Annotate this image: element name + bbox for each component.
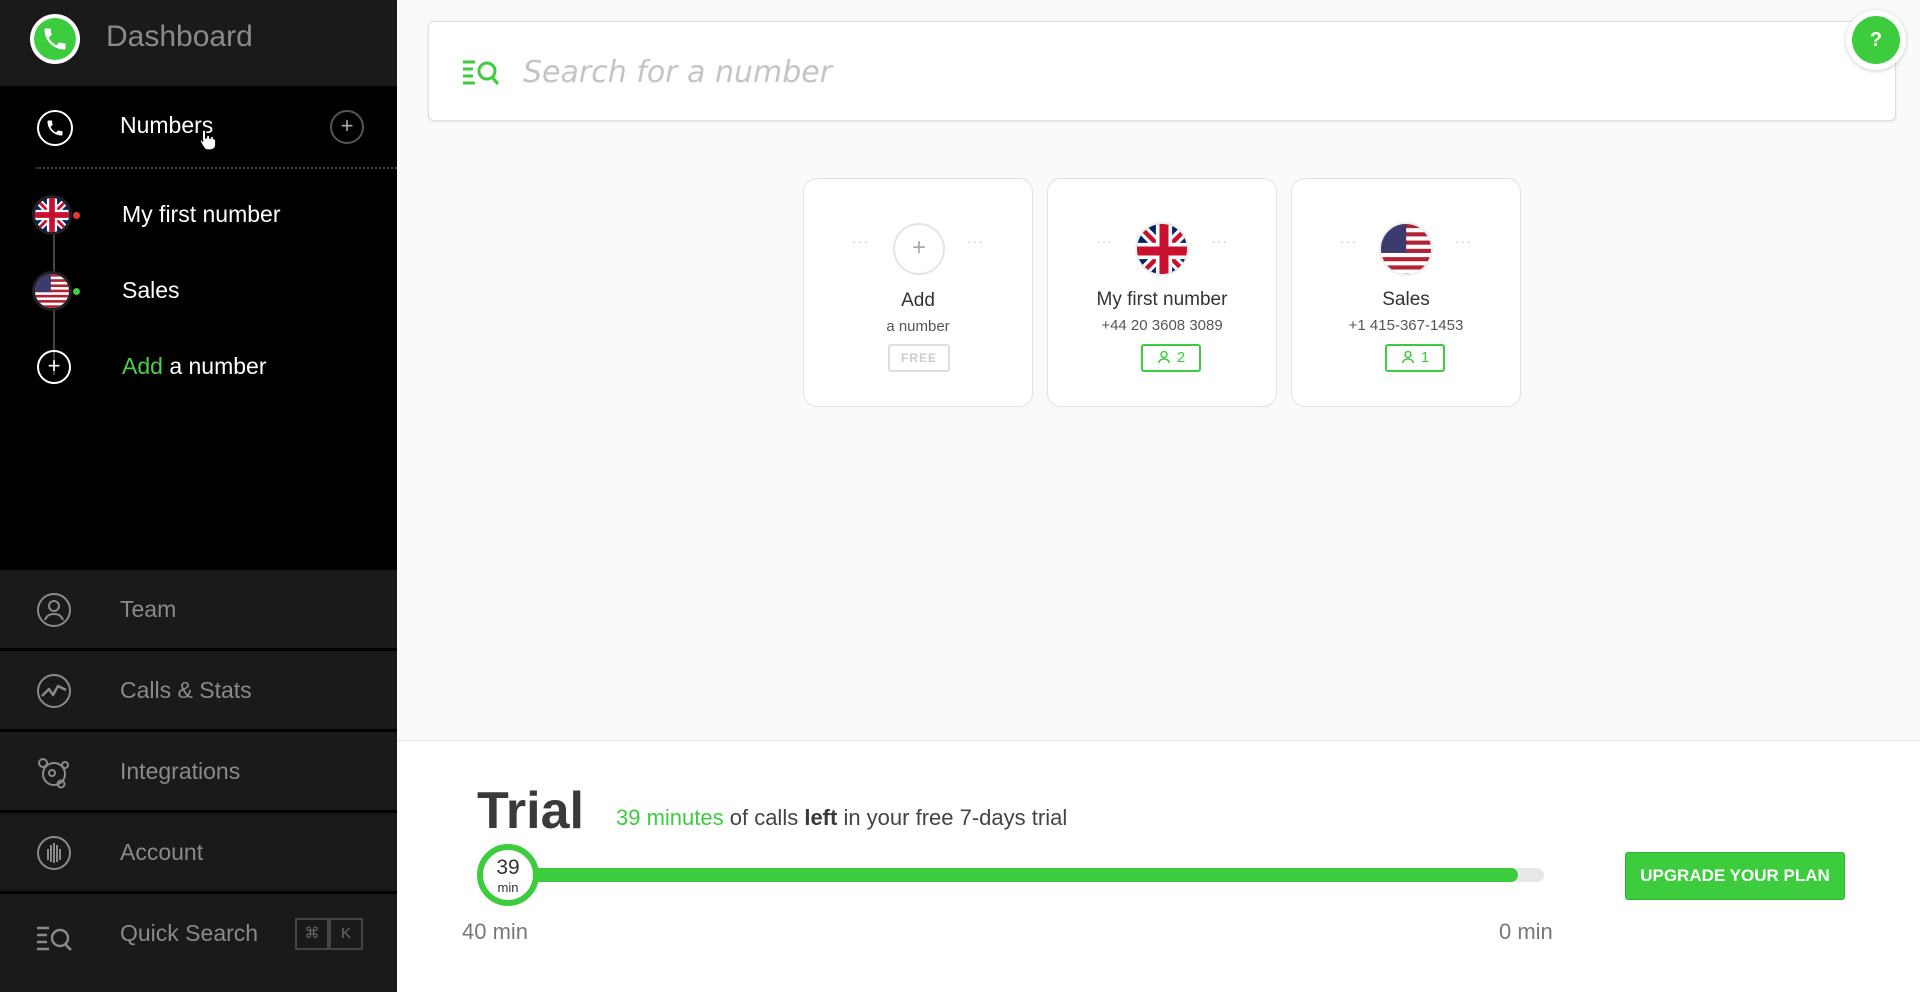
card-title: Sales bbox=[1382, 289, 1430, 310]
us-flag-icon bbox=[1379, 222, 1433, 276]
sidebar-item-add-number[interactable]: + Add a number bbox=[0, 337, 397, 397]
us-flag-icon bbox=[32, 271, 72, 311]
sidebar-item-my-first-number[interactable]: My first number bbox=[0, 185, 397, 245]
search-input[interactable] bbox=[523, 48, 1823, 96]
sidebar-header: Dashboard bbox=[0, 0, 397, 86]
members-badge: 1 bbox=[1385, 344, 1445, 372]
user-icon bbox=[1401, 350, 1415, 364]
card-subtitle: a number bbox=[886, 318, 950, 335]
remaining-unit: min bbox=[497, 880, 519, 895]
number-card-sales[interactable]: ··· ··· Sales +1 415-367-1453 1 bbox=[1291, 178, 1521, 407]
members-badge: 2 bbox=[1141, 344, 1201, 372]
sidebar-item-label: Team bbox=[120, 596, 177, 622]
user-circle-icon bbox=[37, 593, 71, 627]
sidebar-item-label: Calls & Stats bbox=[120, 677, 252, 703]
quick-search-icon bbox=[463, 60, 500, 86]
dots-decoration: ··· bbox=[967, 233, 984, 249]
uk-flag-icon bbox=[1135, 222, 1189, 276]
dots-decoration: ··· bbox=[1211, 233, 1228, 249]
sidebar-item-calls-stats[interactable]: Calls & Stats bbox=[0, 649, 397, 729]
integrations-icon bbox=[38, 758, 69, 789]
question-icon: ? bbox=[1852, 16, 1900, 64]
plus-circle-icon: + bbox=[37, 350, 71, 384]
range-end-label: 0 min bbox=[1499, 919, 1553, 944]
trial-panel: Trial 39 minutes of calls left in your f… bbox=[397, 740, 1920, 992]
add-number-button[interactable]: + bbox=[330, 110, 364, 144]
app-logo-icon[interactable] bbox=[30, 14, 80, 64]
sidebar-item-team[interactable]: Team bbox=[0, 568, 397, 648]
sidebar-item-label: My first number bbox=[122, 201, 281, 227]
shortcut-key-cmd: ⌘ bbox=[295, 918, 329, 950]
sidebar-item-label: Integrations bbox=[120, 758, 241, 784]
card-phone: +1 415-367-1453 bbox=[1348, 317, 1464, 334]
sidebar-item-numbers[interactable]: Numbers + bbox=[0, 86, 397, 166]
card-title: My first number bbox=[1096, 289, 1228, 310]
dots-decoration: ··· bbox=[1340, 233, 1357, 249]
card-phone: +44 20 3608 3089 bbox=[1101, 317, 1223, 334]
trial-description: 39 minutes of calls left in your free 7-… bbox=[616, 805, 1068, 830]
range-start-label: 40 min bbox=[462, 919, 529, 944]
shortcut-key-k: K bbox=[329, 918, 363, 950]
trial-progress-bar bbox=[503, 868, 1544, 882]
trial-progress-fill bbox=[503, 868, 1518, 882]
user-icon bbox=[1157, 350, 1171, 364]
trial-title: Trial bbox=[477, 782, 584, 840]
sidebar-item-label: Sales bbox=[122, 277, 180, 303]
upgrade-plan-button[interactable]: UPGRADE YOUR PLAN bbox=[1625, 852, 1845, 900]
sidebar-item-sales[interactable]: Sales bbox=[0, 261, 397, 321]
remaining-minutes: 39 bbox=[496, 856, 520, 879]
add-number-card[interactable]: ··· + ··· Add a number FREE bbox=[803, 178, 1033, 407]
help-button[interactable]: ? bbox=[1846, 10, 1906, 70]
status-dot bbox=[73, 212, 80, 219]
sidebar-item-label: Quick Search bbox=[120, 920, 259, 946]
sidebar-item-quick-search[interactable]: Quick Search ⌘ K bbox=[0, 892, 397, 992]
uk-flag-icon bbox=[32, 195, 72, 235]
search-bar[interactable] bbox=[428, 21, 1896, 121]
sidebar: Dashboard Numbers + My first number Sale… bbox=[0, 0, 397, 992]
dots-decoration: ··· bbox=[1096, 233, 1113, 249]
quick-search-icon bbox=[37, 926, 72, 951]
account-icon bbox=[37, 836, 71, 870]
dots-decoration: ··· bbox=[1455, 233, 1472, 249]
number-card-my-first-number[interactable]: ··· ··· My first number +44 20 3608 3089… bbox=[1047, 178, 1277, 407]
sidebar-item-integrations[interactable]: Integrations bbox=[0, 730, 397, 810]
hand-cursor-icon bbox=[198, 128, 218, 157]
divider bbox=[36, 167, 397, 169]
plus-icon: + bbox=[893, 223, 945, 275]
stats-icon bbox=[37, 674, 71, 708]
status-dot bbox=[73, 288, 80, 295]
sidebar-item-label: Account bbox=[120, 839, 204, 865]
sidebar-item-label: Add a number bbox=[122, 353, 267, 379]
trial-progress-knob: 39 min bbox=[477, 844, 539, 906]
free-badge: FREE bbox=[888, 344, 950, 372]
dots-decoration: ··· bbox=[852, 233, 869, 249]
sidebar-item-account[interactable]: Account bbox=[0, 811, 397, 891]
card-title: Add bbox=[901, 290, 935, 311]
dashboard-title[interactable]: Dashboard bbox=[106, 20, 253, 54]
phone-icon bbox=[37, 110, 73, 146]
